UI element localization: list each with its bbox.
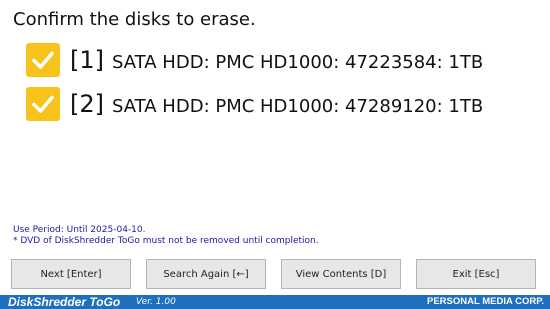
- exit-button[interactable]: Exit [Esc]: [416, 259, 536, 289]
- disk-2-index: [2]: [70, 90, 104, 118]
- search-again-button[interactable]: Search Again [←]: [146, 259, 266, 289]
- page-title: Confirm the disks to erase.: [13, 9, 256, 30]
- disk-1-label: SATA HDD: PMC HD1000: 47223584: 1TB: [112, 52, 484, 73]
- dvd-warning-text: * DVD of DiskShredder ToGo must not be r…: [13, 236, 319, 246]
- disk-1-text: [1] SATA HDD: PMC HD1000: 47223584: 1TB: [70, 46, 483, 74]
- footer-bar: DiskShredder ToGo Ver. 1.00 PERSONAL MED…: [0, 295, 550, 309]
- next-button[interactable]: Next [Enter]: [11, 259, 131, 289]
- checkmark-icon: [32, 95, 54, 113]
- disk-row-1[interactable]: [1] SATA HDD: PMC HD1000: 47223584: 1TB: [26, 42, 483, 78]
- notice-text: Use Period: Until 2025-04-10. * DVD of D…: [13, 225, 319, 247]
- checkmark-icon: [32, 51, 54, 69]
- disk-row-2[interactable]: [2] SATA HDD: PMC HD1000: 47289120: 1TB: [26, 86, 483, 122]
- company-name: PERSONAL MEDIA CORP.: [426, 296, 544, 307]
- brand-togo: ToGo: [89, 295, 121, 309]
- version-label: Ver. 1.00: [136, 297, 176, 307]
- disk-2-label: SATA HDD: PMC HD1000: 47289120: 1TB: [112, 96, 484, 117]
- use-period-text: Use Period: Until 2025-04-10.: [13, 225, 146, 235]
- brand-name: DiskShredder: [8, 295, 90, 309]
- product-logo: DiskShredder ToGo: [8, 295, 121, 309]
- disk-1-checkbox[interactable]: [26, 43, 60, 77]
- disk-list: [1] SATA HDD: PMC HD1000: 47223584: 1TB […: [26, 42, 483, 130]
- disk-2-checkbox[interactable]: [26, 87, 60, 121]
- disk-1-index: [1]: [70, 46, 104, 74]
- view-contents-button[interactable]: View Contents [D]: [281, 259, 401, 289]
- disk-2-text: [2] SATA HDD: PMC HD1000: 47289120: 1TB: [70, 90, 483, 118]
